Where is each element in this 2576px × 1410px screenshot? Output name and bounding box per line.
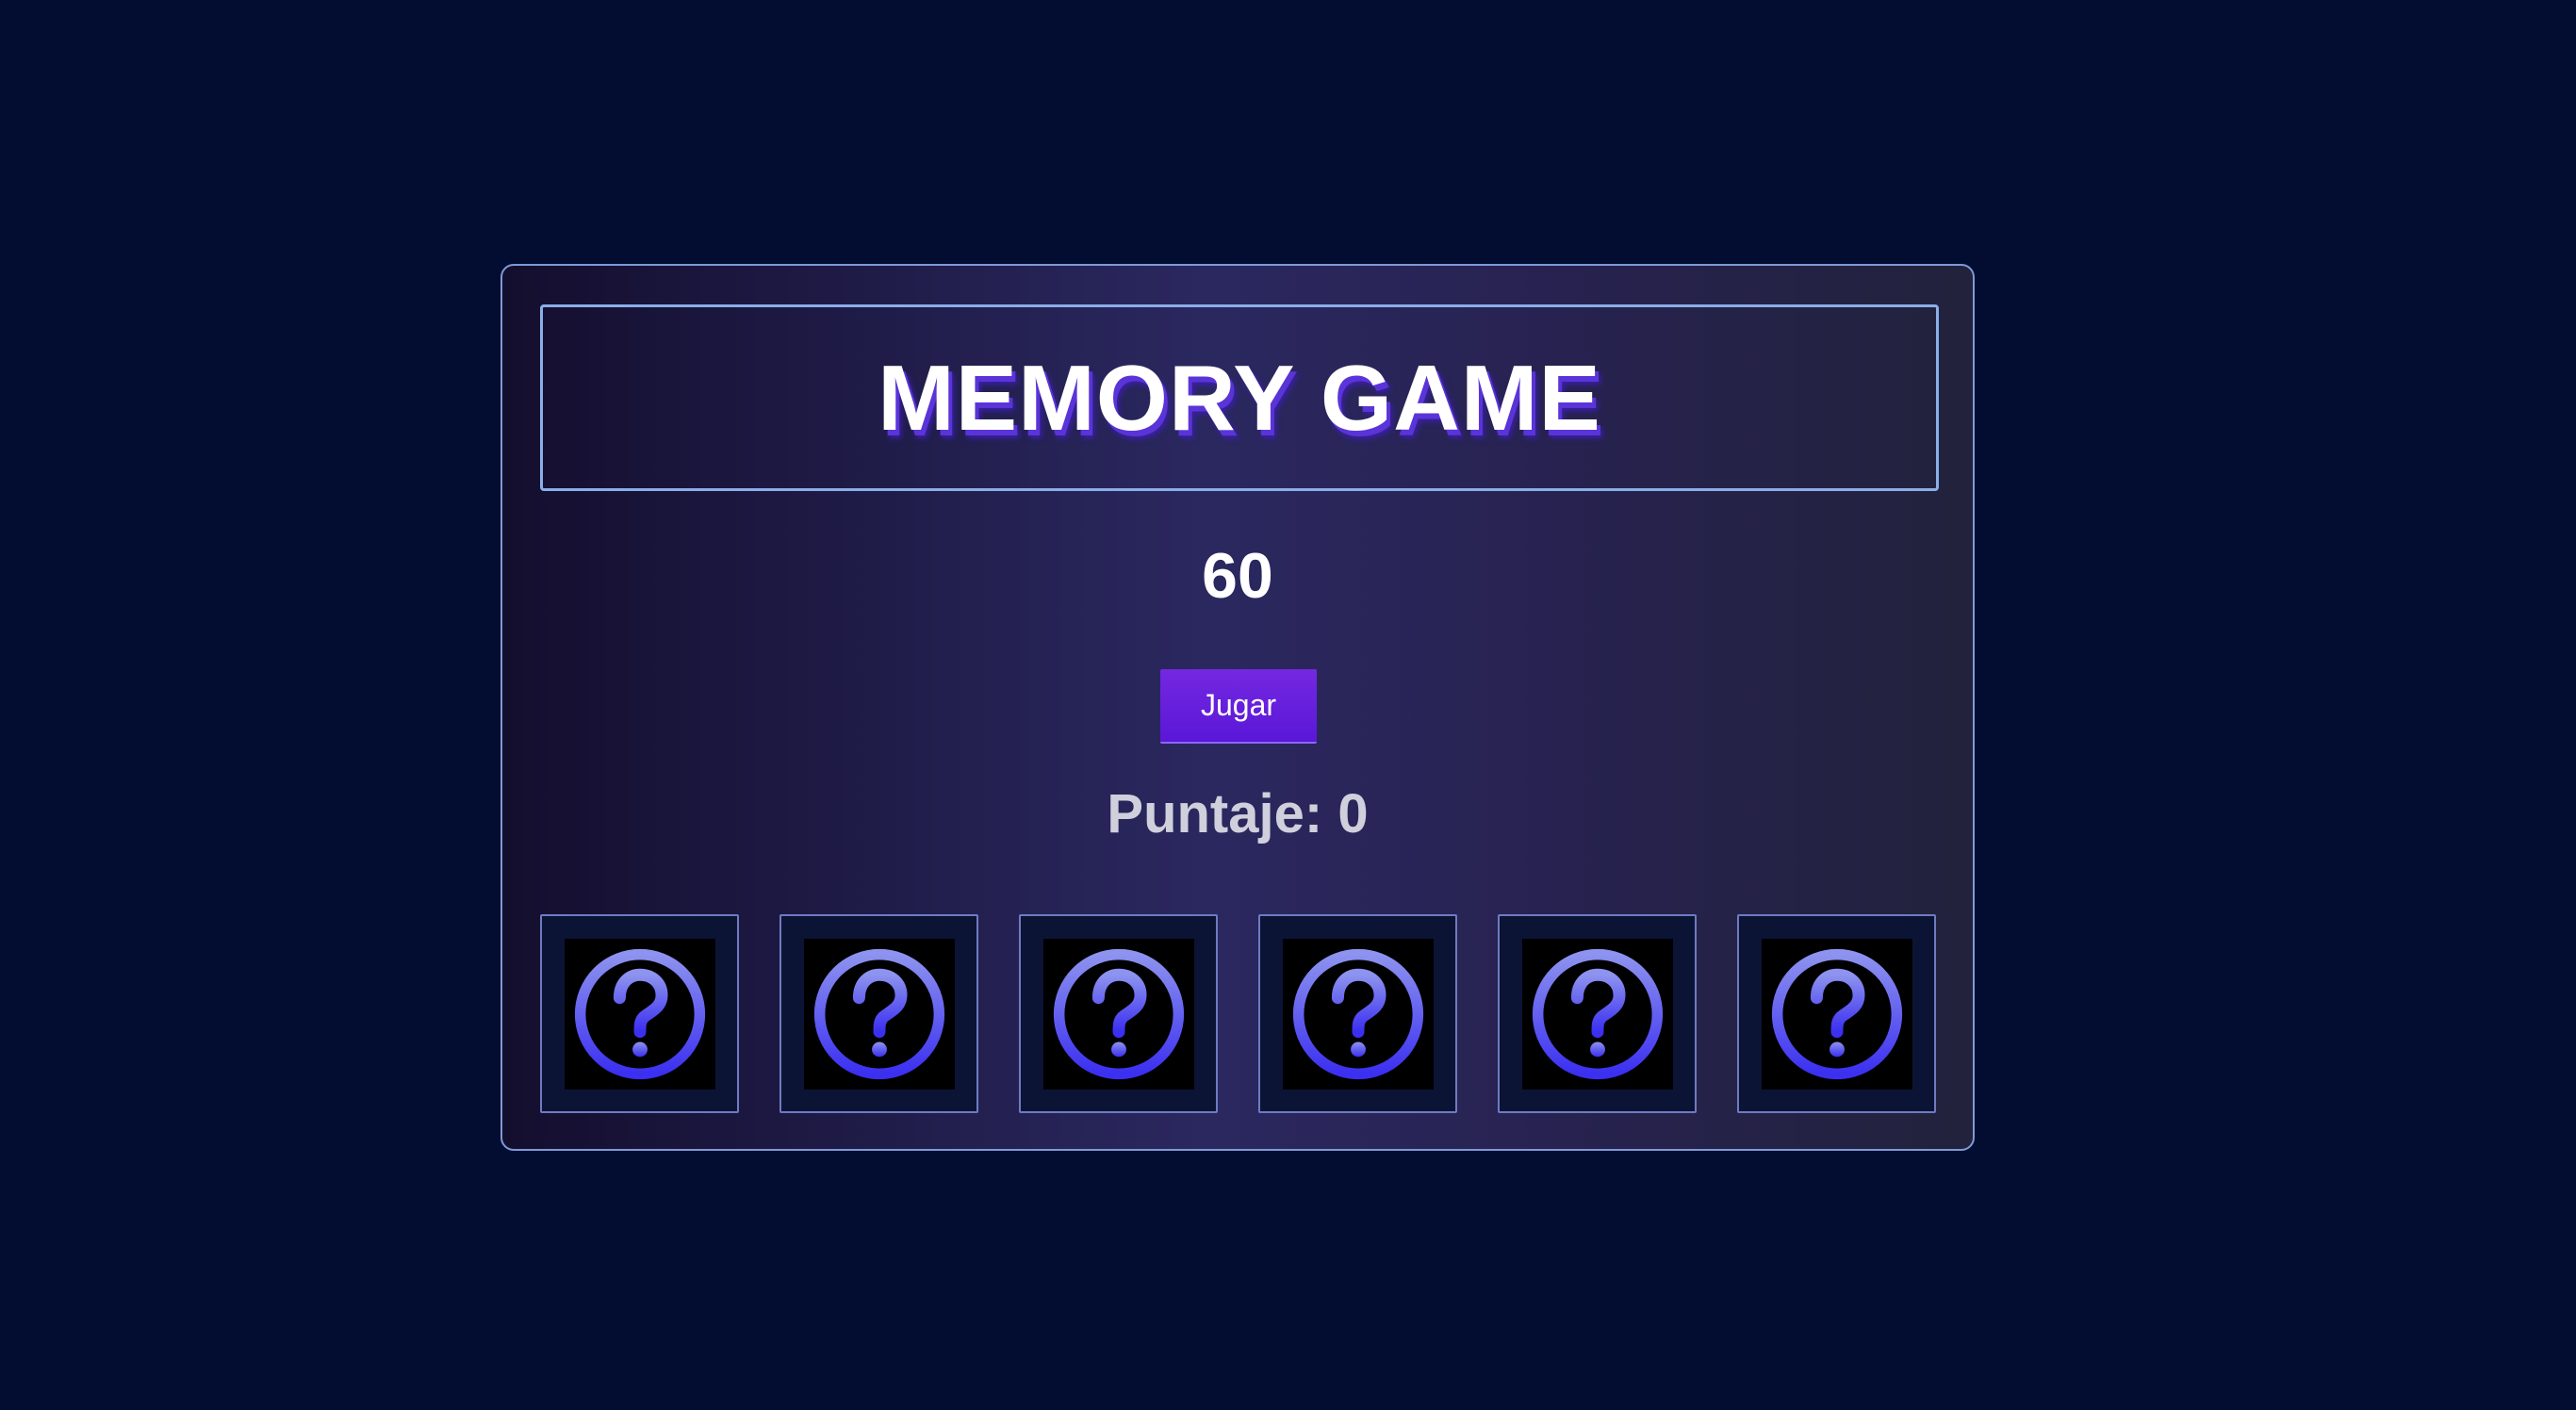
memory-card[interactable] — [1019, 914, 1218, 1113]
play-button[interactable]: Jugar — [1160, 669, 1317, 744]
card-back — [565, 939, 715, 1090]
question-mark-icon — [1292, 948, 1424, 1080]
card-back — [1522, 939, 1673, 1090]
score-value: 0 — [1337, 783, 1369, 844]
memory-card[interactable] — [779, 914, 978, 1113]
title-box: MEMORY GAME — [540, 304, 1939, 491]
card-back — [1283, 939, 1434, 1090]
memory-card[interactable] — [540, 914, 739, 1113]
memory-card[interactable] — [1258, 914, 1457, 1113]
game-title: MEMORY GAME — [878, 345, 1601, 450]
card-back — [804, 939, 955, 1090]
score: Puntaje: 0 — [502, 782, 1973, 845]
question-mark-icon — [1053, 948, 1185, 1080]
question-mark-icon — [813, 948, 945, 1080]
timer: 60 — [1202, 540, 1273, 612]
question-mark-icon — [1532, 948, 1664, 1080]
game-panel: MEMORY GAME 60 Jugar Puntaje: 0 — [500, 264, 1975, 1151]
score-label: Puntaje: — [1107, 783, 1323, 844]
question-mark-icon — [1771, 948, 1903, 1080]
card-back — [1762, 939, 1912, 1090]
memory-card[interactable] — [1737, 914, 1936, 1113]
question-mark-icon — [574, 948, 706, 1080]
memory-card[interactable] — [1498, 914, 1697, 1113]
card-back — [1043, 939, 1194, 1090]
